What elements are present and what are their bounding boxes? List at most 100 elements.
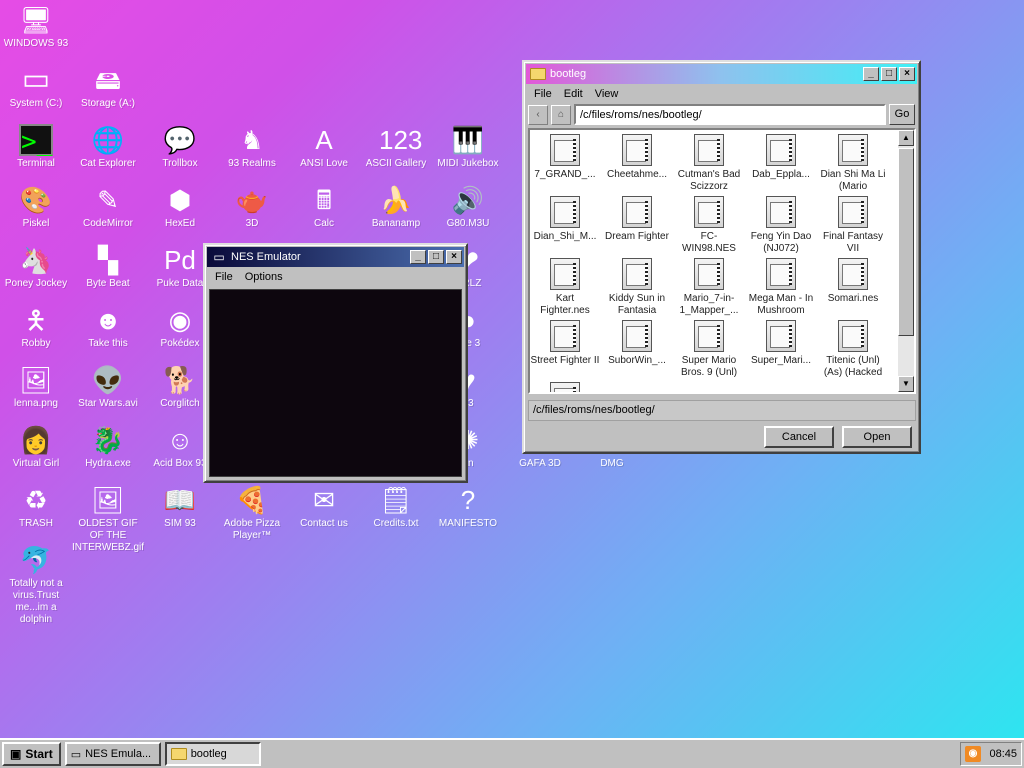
desktop-icon[interactable]: 🎹 MIDI Jukebox bbox=[432, 124, 504, 170]
desktop-icon[interactable]: 🐉 Hydra.exe bbox=[72, 424, 144, 470]
nes-emulator-title: NES Emulator bbox=[231, 251, 301, 263]
scroll-down-arrow-icon[interactable]: ▼ bbox=[898, 376, 914, 392]
file-item[interactable] bbox=[530, 380, 600, 392]
file-name: Kart Fighter.nes bbox=[540, 293, 590, 316]
nes-emulator-window[interactable]: ▭ NES Emulator _ □ × File Options bbox=[203, 243, 468, 483]
desktop-icon[interactable]: 🍌 Bananamp bbox=[360, 184, 432, 230]
menu-view[interactable]: View bbox=[589, 88, 625, 100]
address-input[interactable]: /c/files/roms/nes/bootleg/ bbox=[574, 104, 886, 125]
file-item[interactable]: 7_GRAND_... bbox=[530, 132, 600, 181]
path-field[interactable]: /c/files/roms/nes/bootleg/ bbox=[528, 400, 916, 421]
nes-cartridge-icon bbox=[694, 134, 724, 166]
start-button[interactable]: ▣ Start bbox=[2, 742, 61, 766]
file-item[interactable]: Somari.nes bbox=[818, 256, 888, 305]
desktop-icon[interactable]: ? MANIFESTO bbox=[432, 484, 504, 530]
file-item[interactable]: Final Fantasy VII bbox=[818, 194, 888, 255]
nes-cartridge-icon bbox=[550, 134, 580, 166]
desktop-icon[interactable]: >_ Terminal bbox=[0, 124, 72, 170]
bootleg-titlebar[interactable]: bootleg _ □ × bbox=[526, 64, 917, 84]
desktop-icon[interactable]: 123 ASCII Gallery bbox=[360, 124, 432, 170]
desktop-icon[interactable]: 🖥 WINDOWS 93 bbox=[0, 4, 72, 50]
file-item[interactable]: FC-WIN98.NES bbox=[674, 194, 744, 255]
desktop-icon[interactable]: 🔊 G80.M3U bbox=[432, 184, 504, 230]
desktop-icon-label: Trollbox bbox=[162, 158, 198, 169]
desktop-icon[interactable]: ⬢ HexEd bbox=[144, 184, 216, 230]
back-arrow-icon[interactable]: ‹ bbox=[528, 104, 548, 125]
file-item[interactable]: Super_Mari... bbox=[746, 318, 816, 367]
desktop-icon[interactable]: 🎨 Piskel bbox=[0, 184, 72, 230]
file-item[interactable]: SuborWin_... bbox=[602, 318, 672, 367]
desktop-icon[interactable]: ✉ Contact us bbox=[288, 484, 360, 530]
menu-options[interactable]: Options bbox=[239, 271, 289, 283]
hard-drive-icon: ▭ bbox=[21, 63, 51, 96]
go-button[interactable]: Go bbox=[889, 104, 915, 125]
menu-edit[interactable]: Edit bbox=[558, 88, 589, 100]
nes-cartridge-icon bbox=[694, 258, 724, 290]
desktop-icon[interactable]: 🌐 Cat Explorer bbox=[72, 124, 144, 170]
scroll-thumb[interactable] bbox=[898, 148, 914, 336]
desktop-icon[interactable]: 👩 Virtual Girl bbox=[0, 424, 72, 470]
desktop-icon[interactable]: ☻ Take this bbox=[72, 304, 144, 350]
desktop-icon[interactable]: 🖼 OLDEST GIF OF THE INTERWEBZ.gif bbox=[72, 484, 144, 554]
open-button[interactable]: Open bbox=[842, 426, 912, 448]
desktop-icon-label: Credits.txt bbox=[373, 518, 419, 529]
desktop-icon[interactable]: ♻ TRASH bbox=[0, 484, 72, 530]
file-item[interactable]: Mega Man - In Mushroom bbox=[746, 256, 816, 317]
nes-emulator-titlebar[interactable]: ▭ NES Emulator _ □ × bbox=[207, 247, 464, 267]
maximize-button[interactable]: □ bbox=[428, 250, 444, 264]
file-list-pane[interactable]: 7_GRAND_... Cheetahme... Cutman's Bad Sciz… bbox=[528, 128, 916, 394]
file-item[interactable]: Cheetahme... bbox=[602, 132, 672, 181]
file-item[interactable]: Dream Fighter bbox=[602, 194, 672, 243]
vertical-scrollbar[interactable]: ▲ ▼ bbox=[898, 130, 914, 392]
nes-emulator-screen[interactable] bbox=[209, 289, 462, 477]
file-name: Cutman's Bad Scizzorz bbox=[677, 169, 741, 192]
desktop-icon[interactable]: 🦄 Poney Jockey bbox=[0, 244, 72, 290]
file-item[interactable]: Dian_Shi_M... bbox=[530, 194, 600, 243]
desktop-icon[interactable]: 🐬 Totally not a virus.Trust me...im a dol… bbox=[0, 544, 72, 626]
nes-cartridge-icon bbox=[622, 134, 652, 166]
desktop-icon[interactable]: 🖼 lenna.png bbox=[0, 364, 72, 410]
desktop-icon[interactable]: ▭ System (C:) bbox=[0, 64, 72, 110]
desktop-icon[interactable]: 🍕 Adobe Pizza Player™ bbox=[216, 484, 288, 542]
menu-file[interactable]: File bbox=[528, 88, 558, 100]
desktop-icon[interactable]: A ANSI Love bbox=[288, 124, 360, 170]
file-item[interactable]: Kiddy Sun in Fantasia bbox=[602, 256, 672, 317]
taskbar-bootleg[interactable]: bootleg bbox=[164, 742, 261, 766]
desktop-icon[interactable]: 👽 Star Wars.avi bbox=[72, 364, 144, 410]
desktop-icon[interactable]: ✎ CodeMirror bbox=[72, 184, 144, 230]
minimize-button[interactable]: _ bbox=[863, 67, 879, 81]
scroll-up-arrow-icon[interactable]: ▲ bbox=[898, 130, 914, 146]
taskbar-nes-emulator[interactable]: ▭ NES Emula... bbox=[64, 742, 161, 766]
close-button[interactable]: × bbox=[899, 67, 915, 81]
desktop-icon[interactable]: 📖 SIM 93 bbox=[144, 484, 216, 530]
file-item[interactable]: Dab_Eppla... bbox=[746, 132, 816, 181]
home-icon[interactable]: ⌂ bbox=[551, 104, 571, 125]
desktop-icon[interactable]: 🫖 3D bbox=[216, 184, 288, 230]
cancel-button[interactable]: Cancel bbox=[764, 426, 834, 448]
file-item[interactable]: Cutman's Bad Scizzorz bbox=[674, 132, 744, 193]
close-button[interactable]: × bbox=[446, 250, 462, 264]
chat-bubble-icon: 💬 bbox=[163, 125, 197, 155]
menu-file[interactable]: File bbox=[209, 271, 239, 283]
desktop-icon[interactable]: 🖴 Storage (A:) bbox=[72, 64, 144, 110]
maximize-button[interactable]: □ bbox=[881, 67, 897, 81]
desktop-icon[interactable]: ▚ Byte Beat bbox=[72, 244, 144, 290]
rss-feed-icon[interactable]: ◉ bbox=[965, 746, 981, 762]
desktop-icon[interactable]: ♞ 93 Realms bbox=[216, 124, 288, 170]
desktop-icon[interactable]: 🗒 Credits.txt bbox=[360, 484, 432, 530]
file-item[interactable]: Street Fighter II bbox=[530, 318, 600, 367]
file-item[interactable]: Mario_7-in-1_Mapper_... bbox=[674, 256, 744, 317]
file-item[interactable]: Kart Fighter.nes bbox=[530, 256, 600, 317]
start-computer-icon: ▣ bbox=[10, 747, 22, 761]
desktop-icon[interactable]: 🖩 Calc bbox=[288, 184, 360, 230]
file-name: Somari.nes bbox=[827, 293, 879, 304]
address-row: ‹ ⌂ /c/files/roms/nes/bootleg/ Go bbox=[524, 102, 919, 127]
file-item[interactable]: Feng Yin Dao (NJ072) bbox=[746, 194, 816, 255]
file-item[interactable]: Super Mario Bros. 9 (Unl) bbox=[674, 318, 744, 379]
file-item[interactable]: Dian Shi Ma Li (Mario bbox=[818, 132, 888, 193]
desktop-icon[interactable]: 💬 Trollbox bbox=[144, 124, 216, 170]
minimize-button[interactable]: _ bbox=[410, 250, 426, 264]
file-item[interactable]: Titenic (Unl) (As) (Hacked bbox=[818, 318, 888, 379]
desktop-icon[interactable]: 🯅 Robby bbox=[0, 304, 72, 350]
bootleg-file-window[interactable]: bootleg _ □ × File Edit View ‹ ⌂ /c/file… bbox=[522, 60, 921, 454]
